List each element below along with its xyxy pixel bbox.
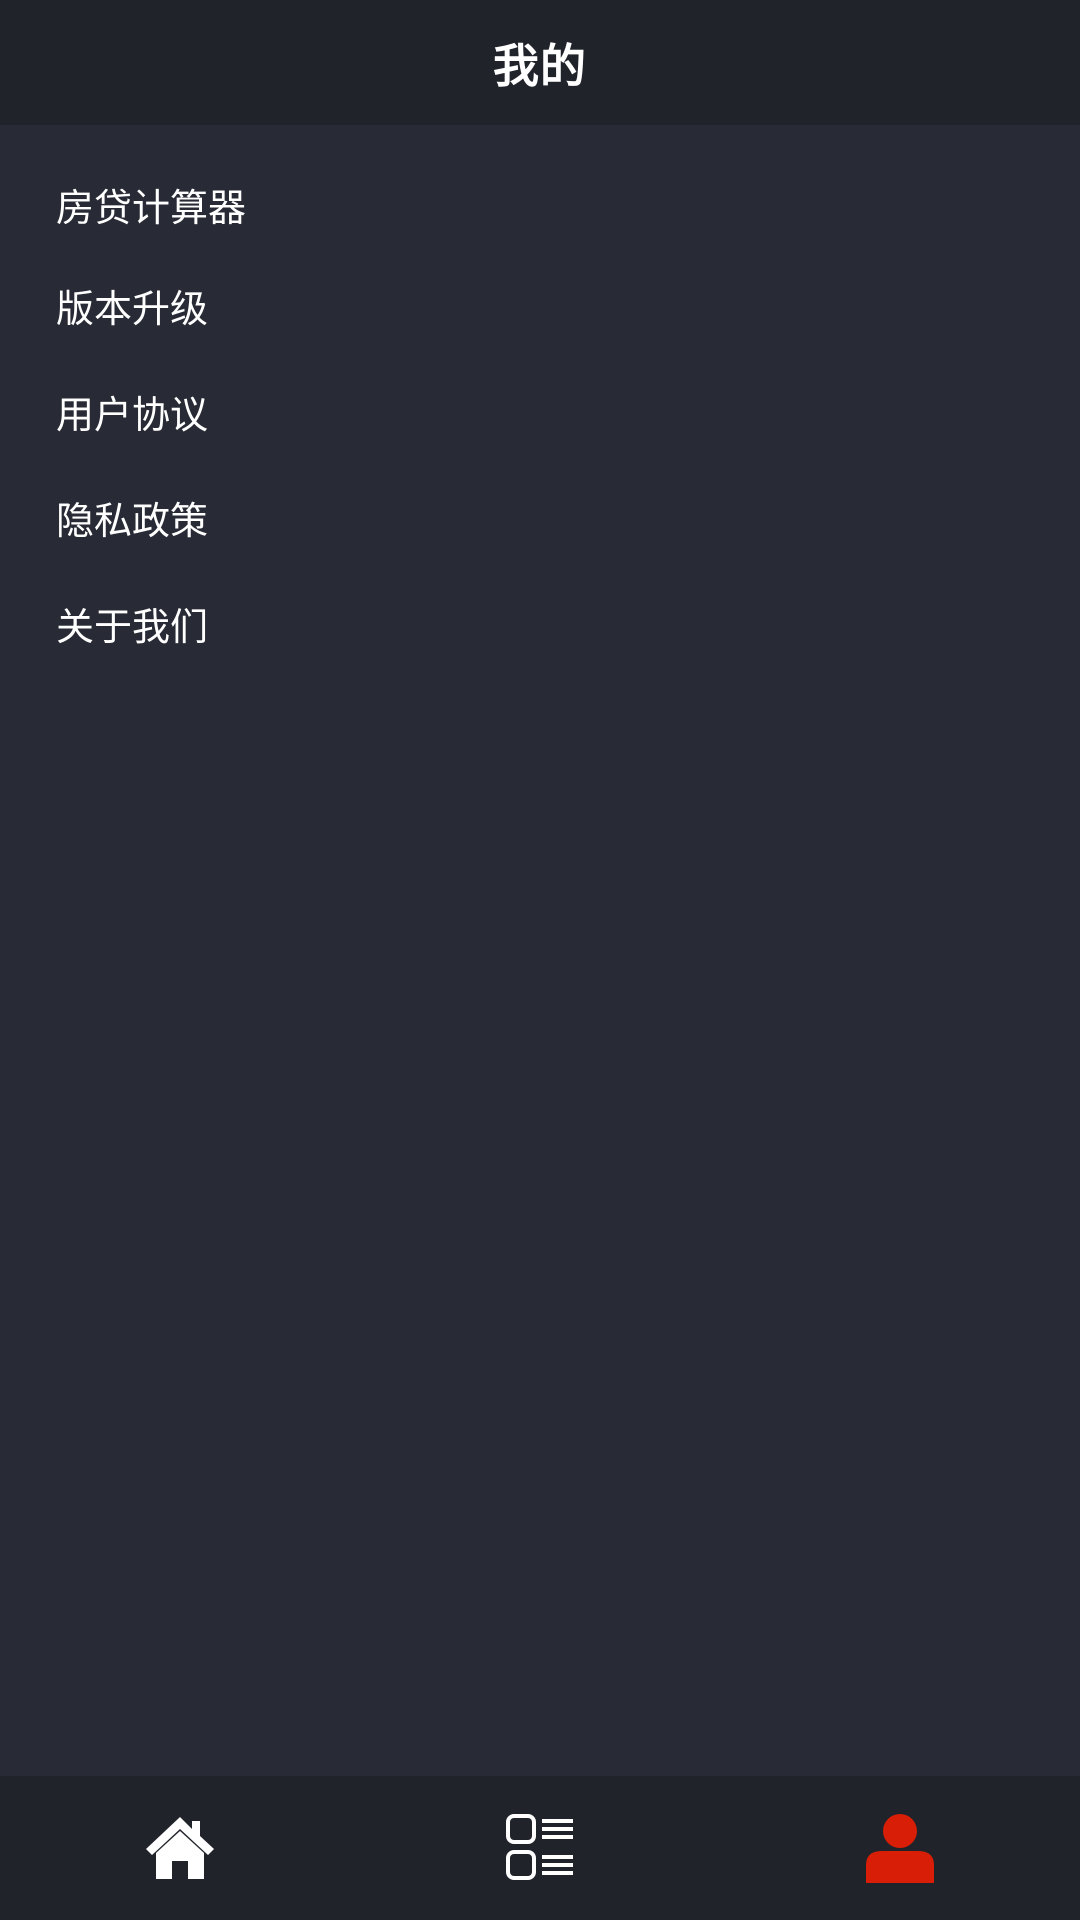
- user-icon: [866, 1814, 934, 1883]
- tab-home[interactable]: [0, 1776, 360, 1920]
- menu-item-privacy-policy[interactable]: 隐私政策: [0, 464, 1080, 570]
- menu-list: 房贷计算器 版本升级 用户协议 隐私政策 关于我们: [0, 125, 1080, 676]
- menu-item-user-agreement[interactable]: 用户协议: [0, 358, 1080, 464]
- menu-item-label: 用户协议: [56, 392, 209, 437]
- tab-profile[interactable]: [720, 1776, 1080, 1920]
- menu-item-about-us[interactable]: 关于我们: [0, 570, 1080, 676]
- page-title: 我的: [493, 38, 587, 93]
- menu-item-label: 版本升级: [56, 286, 209, 331]
- menu-item-label: 房贷计算器: [56, 186, 247, 230]
- list-icon: [506, 1814, 573, 1880]
- bottom-tab-bar: [0, 1776, 1080, 1920]
- home-icon: [146, 1817, 214, 1879]
- menu-item-label: 关于我们: [56, 604, 209, 649]
- menu-item-version-upgrade[interactable]: 版本升级: [0, 252, 1080, 358]
- header-bar: 我的: [0, 0, 1080, 125]
- tab-list[interactable]: [360, 1776, 720, 1920]
- menu-item-label: 隐私政策: [56, 498, 209, 543]
- menu-item-mortgage-calculator[interactable]: 房贷计算器: [0, 177, 1080, 252]
- app-root: 我的 房贷计算器 版本升级 用户协议 隐私政策 关于我们: [0, 0, 1080, 1920]
